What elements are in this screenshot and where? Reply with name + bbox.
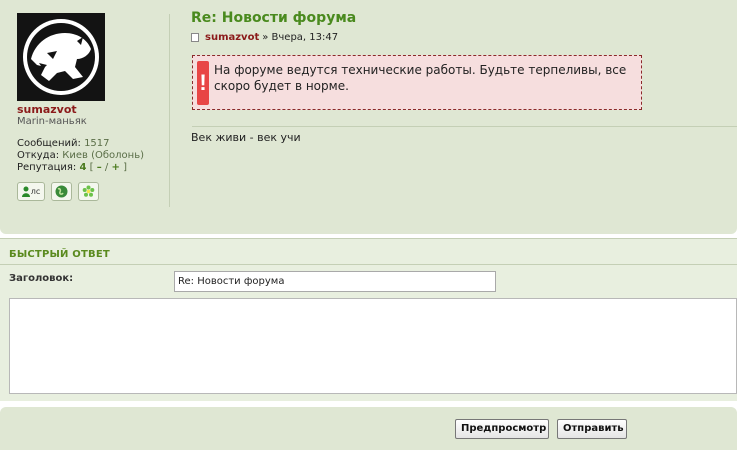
author-panel: sumazvot Marin-маньяк Сообщений: 1517 От…: [17, 13, 167, 201]
quick-reply-title: БЫСТРЫЙ ОТВЕТ: [9, 249, 110, 260]
rep-bracket-open: [: [89, 162, 94, 173]
author-username[interactable]: sumazvot: [17, 104, 167, 116]
stat-location: Откуда: Киев (Оболонь): [17, 150, 167, 162]
stat-location-label: Откуда:: [17, 150, 60, 161]
subject-input[interactable]: [174, 271, 496, 292]
preview-button[interactable]: Предпросмотр: [455, 419, 549, 439]
form-button-bar: Предпросмотр Отправить: [0, 407, 737, 450]
post-signature: Век живи - век учи: [191, 131, 301, 144]
author-rank: Marin-маньяк: [17, 116, 87, 127]
icq-button[interactable]: [78, 182, 99, 201]
globe-icon: [55, 185, 68, 198]
subject-label: Заголовок:: [9, 273, 74, 284]
post-document-icon[interactable]: [191, 33, 199, 42]
rep-minus-button[interactable]: –: [97, 162, 102, 173]
rep-plus-button[interactable]: +: [111, 162, 119, 173]
stat-reputation: Репутация: 4 [ – / + ]: [17, 162, 167, 174]
forum-post: sumazvot Marin-маньяк Сообщений: 1517 От…: [0, 0, 737, 234]
website-button[interactable]: [51, 182, 72, 201]
stat-posts-label: Сообщений:: [17, 138, 81, 149]
stat-posts: Сообщений: 1517: [17, 138, 167, 150]
post-author-link[interactable]: sumazvot: [205, 31, 259, 44]
stat-posts-value: 1517: [84, 138, 110, 149]
signature-separator: [192, 126, 737, 127]
stat-reputation-label: Репутация:: [17, 162, 77, 173]
post-date: » Вчера, 13:47: [262, 32, 339, 43]
user-icon: [21, 186, 30, 197]
icq-flower-icon: [82, 185, 95, 197]
stat-location-value: Киев (Оболонь): [62, 150, 144, 161]
bear-logo-icon: [17, 13, 105, 101]
pm-label: лс: [30, 187, 41, 196]
submit-button[interactable]: Отправить: [557, 419, 627, 439]
maintenance-notice: ! На форуме ведутся технические работы. …: [192, 55, 642, 110]
notice-text: На форуме ведутся технические работы. Бу…: [214, 63, 627, 93]
quick-reply-divider: [0, 264, 737, 265]
private-message-button[interactable]: лс: [17, 182, 45, 201]
post-title[interactable]: Re: Новости форума: [191, 10, 356, 27]
author-divider: [169, 14, 170, 207]
stat-reputation-value: 4: [79, 162, 87, 173]
exclamation-icon: !: [197, 61, 209, 105]
message-textarea[interactable]: [9, 298, 737, 394]
avatar[interactable]: [17, 13, 105, 101]
post-meta: sumazvot » Вчера, 13:47: [191, 31, 338, 44]
quick-reply-panel: БЫСТРЫЙ ОТВЕТ Заголовок:: [0, 238, 737, 401]
contact-icons: лс: [17, 182, 167, 201]
rep-separator: /: [104, 162, 109, 173]
rep-bracket-close: ]: [123, 162, 127, 173]
